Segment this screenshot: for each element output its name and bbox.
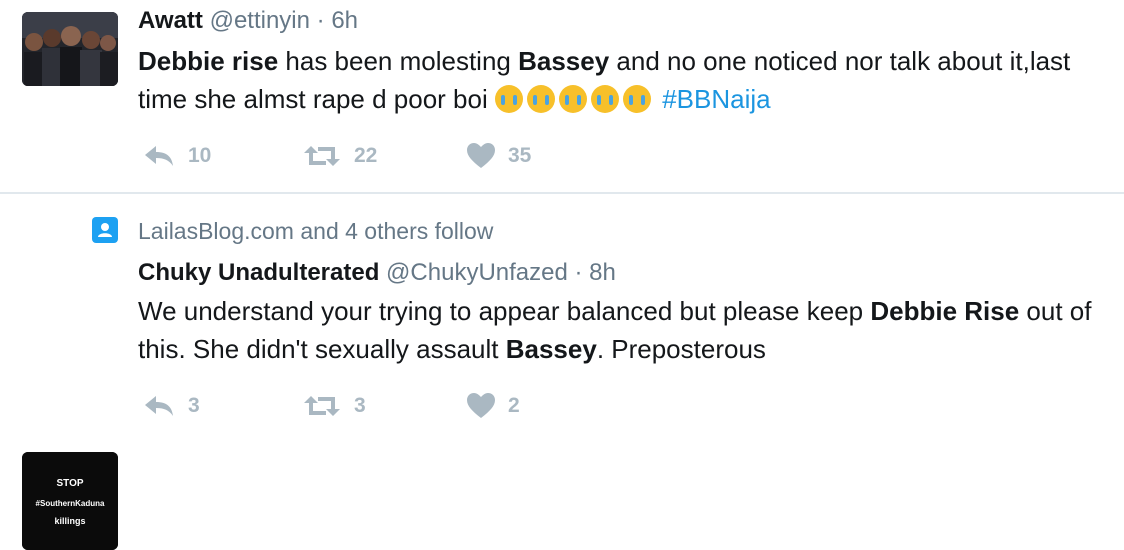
tweet-text: Debbie rise has been molesting Bassey an…: [138, 42, 1108, 118]
bold-name: Debbie rise: [138, 46, 279, 76]
separator-dot: ·: [316, 7, 325, 34]
avatar-image: STOP #SouthernKaduna killings: [22, 452, 118, 550]
retweet-count: 3: [354, 394, 366, 417]
bold-name: Debbie Rise: [870, 296, 1020, 326]
tweet-header: Awatt @ettinyin · 6h: [138, 6, 358, 36]
author-handle[interactable]: @ChukyUnfazed: [386, 259, 568, 286]
reply-count: 10: [188, 144, 212, 167]
timestamp[interactable]: 6h: [331, 7, 358, 34]
tweet-header: Chuky Unadulterated @ChukyUnfazed · 8h: [138, 258, 616, 288]
retweet-count: 22: [354, 144, 378, 167]
like-count: 2: [508, 394, 520, 417]
heart-icon: [467, 143, 495, 168]
author-handle[interactable]: @ettinyin: [210, 7, 310, 34]
reply-icon: [145, 146, 173, 166]
crying-face-emoji-icon: [622, 85, 651, 113]
separator-dot: ·: [574, 259, 583, 286]
reply-button[interactable]: 3: [142, 391, 200, 421]
like-button[interactable]: 2: [466, 391, 520, 421]
bold-name: Bassey: [518, 46, 610, 76]
avatar-text-stop: STOP: [56, 478, 83, 489]
bold-name: Bassey: [505, 334, 597, 364]
avatar-text-killings: killings: [54, 516, 85, 526]
retweet-button[interactable]: 3: [302, 391, 366, 421]
timestamp[interactable]: 8h: [589, 259, 616, 286]
like-button[interactable]: 35: [466, 141, 531, 171]
reply-button[interactable]: 10: [142, 141, 211, 171]
crying-face-emoji-icon: [494, 85, 523, 113]
retweet-icon: [304, 396, 340, 416]
avatar[interactable]: STOP #SouthernKaduna killings: [22, 452, 118, 550]
avatar[interactable]: [22, 12, 118, 86]
crying-face-emoji-icon: [526, 85, 555, 113]
reply-count: 3: [188, 394, 200, 417]
avatar-text-hashtag: #SouthernKaduna: [36, 499, 105, 508]
text-span: We understand your trying to appear bala…: [138, 296, 871, 326]
author-name[interactable]: Chuky Unadulterated: [138, 259, 379, 286]
hashtag-link[interactable]: #BBNaija: [662, 84, 770, 114]
heart-icon: [467, 393, 495, 418]
reply-icon: [145, 396, 173, 416]
crying-face-emoji-icon: [558, 85, 587, 113]
retweet-icon: [304, 146, 340, 166]
follow-context-icon: [92, 217, 118, 243]
author-name[interactable]: Awatt: [138, 7, 203, 34]
tweet-text: We understand your trying to appear bala…: [138, 292, 1108, 368]
text-span: has been molesting: [278, 46, 519, 76]
tweet[interactable]: Awatt @ettinyin · 6h Debbie rise has bee…: [0, 0, 1124, 193]
tweet[interactable]: LailasBlog.com and 4 others follow STOP …: [0, 194, 1124, 550]
crying-face-emoji-icon: [590, 85, 619, 113]
like-count: 35: [508, 144, 532, 167]
text-span: . Preposterous: [596, 334, 766, 364]
social-context-text[interactable]: LailasBlog.com and 4 others follow: [138, 218, 493, 245]
retweet-button[interactable]: 22: [302, 141, 377, 171]
group-photo-image: [22, 12, 118, 86]
